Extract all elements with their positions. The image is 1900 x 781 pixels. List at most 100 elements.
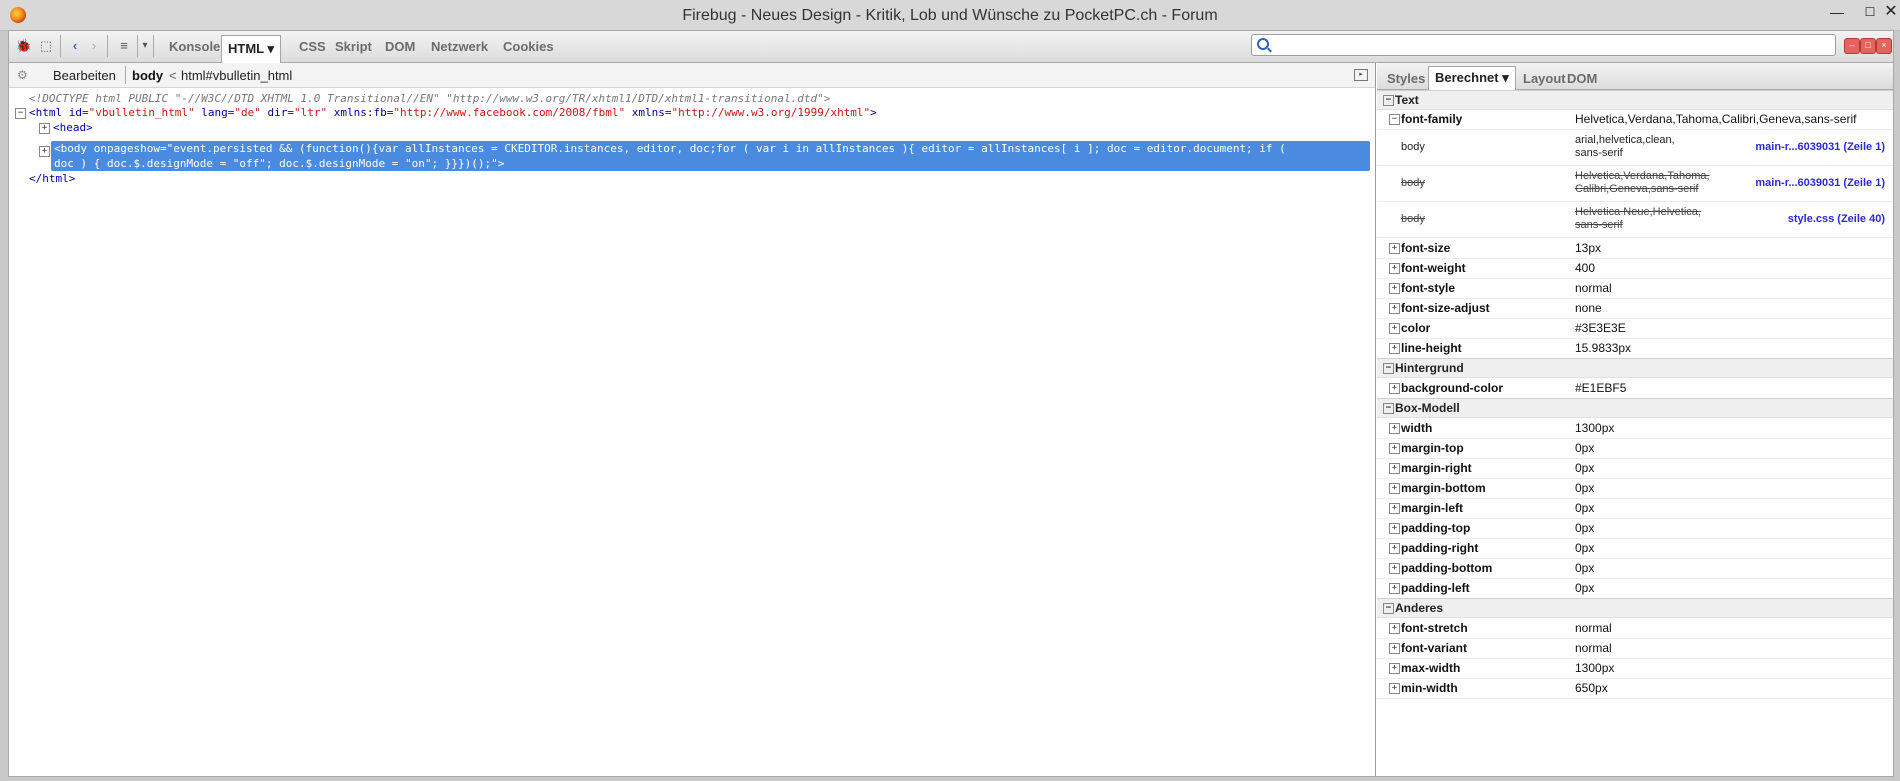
expand-toggle-icon[interactable]: + <box>1389 483 1400 494</box>
inspect-icon[interactable]: ⬚ <box>35 35 57 57</box>
collapse-toggle-icon[interactable]: − <box>1383 603 1394 614</box>
search-input[interactable] <box>1272 37 1831 55</box>
tab-berechnet[interactable]: Berechnet ▾ <box>1428 66 1516 91</box>
firebug-menu-icon[interactable]: 🐞 <box>13 35 35 57</box>
prop-row[interactable]: + width 1300px <box>1377 418 1893 439</box>
source-link[interactable]: main-r...6039031 (Zeile 1) <box>1755 141 1885 153</box>
chevron-down-icon: ▾ <box>1502 70 1509 85</box>
prop-row[interactable]: + padding-right 0px <box>1377 538 1893 559</box>
prop-row[interactable]: + min-width 650px <box>1377 678 1893 699</box>
expand-toggle-icon[interactable]: + <box>39 122 50 134</box>
head-node[interactable]: + <head> <box>39 120 93 135</box>
close-firebug-icon[interactable]: × <box>1876 38 1892 54</box>
prop-row[interactable]: + font-style normal <box>1377 278 1893 299</box>
tab-cookies[interactable]: Cookies <box>497 36 560 57</box>
prop-row[interactable]: + margin-bottom 0px <box>1377 478 1893 499</box>
firebug-toolbar: 🐞 ⬚ ‹ › ≡ ▾ Konsole HTML ▾ CSS Skript DO… <box>9 31 1893 63</box>
html-panel: ⚙ Bearbeiten body < html#vbulletin_html … <box>9 63 1376 776</box>
prop-row[interactable]: + padding-bottom 0px <box>1377 558 1893 579</box>
expand-toggle-icon[interactable]: + <box>1389 343 1400 354</box>
breadcrumb-divider <box>125 66 126 84</box>
expand-toggle-icon[interactable]: + <box>1389 663 1400 674</box>
breadcrumb-html[interactable]: html#vbulletin_html <box>181 68 292 83</box>
expand-toggle-icon[interactable]: + <box>1389 583 1400 594</box>
expand-toggle-icon[interactable]: + <box>1389 503 1400 514</box>
list-menu-icon[interactable]: ≡ <box>113 35 135 57</box>
collapse-toggle-icon[interactable]: − <box>1383 363 1394 374</box>
firebug-frame: 🐞 ⬚ ‹ › ≡ ▾ Konsole HTML ▾ CSS Skript DO… <box>8 30 1894 777</box>
prop-row[interactable]: + padding-top 0px <box>1377 518 1893 539</box>
breadcrumb-body[interactable]: body <box>132 68 163 83</box>
panel-dropdown-icon[interactable]: ▾ <box>138 35 152 57</box>
prop-row[interactable]: + max-width 1300px <box>1377 658 1893 679</box>
section-hintergrund[interactable]: − Hintergrund <box>1377 358 1893 378</box>
html-node[interactable]: − <html id="vbulletin_html" lang="de" dir… <box>15 105 877 120</box>
tab-berechnet-label: Berechnet <box>1435 70 1499 85</box>
font-family-rule: body arial,helvetica,clean, sans-serif ma… <box>1377 130 1893 166</box>
search-icon <box>1257 38 1269 50</box>
expand-toggle-icon[interactable]: + <box>1389 443 1400 454</box>
tab-netzwerk[interactable]: Netzwerk <box>425 36 494 57</box>
section-anderes[interactable]: − Anderes <box>1377 598 1893 618</box>
prop-row[interactable]: + padding-left 0px <box>1377 578 1893 599</box>
expand-toggle-icon[interactable]: + <box>1389 263 1400 274</box>
edit-button[interactable]: Bearbeiten <box>53 68 116 83</box>
expand-toggle-icon[interactable]: + <box>1389 463 1400 474</box>
tab-dom[interactable]: DOM <box>379 36 421 57</box>
expand-toggle-icon[interactable]: + <box>1389 643 1400 654</box>
section-box-modell[interactable]: − Box-Modell <box>1377 398 1893 418</box>
tab-skript[interactable]: Skript <box>329 36 378 57</box>
detach-firebug-icon[interactable]: □ <box>1860 38 1876 54</box>
expand-toggle-icon[interactable]: + <box>1389 683 1400 694</box>
tab-dom-side[interactable]: DOM <box>1561 68 1603 89</box>
prop-row[interactable]: + font-weight 400 <box>1377 258 1893 279</box>
tab-html[interactable]: HTML ▾ <box>221 35 282 63</box>
font-family-rule: body Helvetica Neue,Helvetica, sans-serif… <box>1377 202 1893 238</box>
tab-konsole[interactable]: Konsole <box>163 36 226 57</box>
prop-row[interactable]: + font-size 13px <box>1377 238 1893 259</box>
expand-toggle-icon[interactable]: + <box>39 145 50 157</box>
source-link[interactable]: main-r...6039031 (Zeile 1) <box>1755 177 1885 189</box>
minimize-firebug-icon[interactable]: – <box>1844 38 1860 54</box>
prop-row[interactable]: + margin-right 0px <box>1377 458 1893 479</box>
prop-row[interactable]: + margin-top 0px <box>1377 438 1893 459</box>
expand-toggle-icon[interactable]: + <box>1389 523 1400 534</box>
tab-css[interactable]: CSS <box>293 36 332 57</box>
chevron-down-icon: ▾ <box>267 41 275 56</box>
expand-toggle-icon[interactable]: + <box>1389 303 1400 314</box>
expand-toggle-icon[interactable]: + <box>1389 623 1400 634</box>
body-node-line-1: <body onpageshow="event.persisted && (fu… <box>54 142 1286 155</box>
collapse-toggle-icon[interactable]: − <box>1383 95 1394 106</box>
toggle-side-panel-icon[interactable]: ▸ <box>1354 69 1368 81</box>
prop-row[interactable]: + font-stretch normal <box>1377 618 1893 639</box>
prop-row[interactable]: + margin-left 0px <box>1377 498 1893 519</box>
expand-toggle-icon[interactable]: + <box>1389 243 1400 254</box>
section-text[interactable]: − Text <box>1377 90 1893 110</box>
forward-icon[interactable]: › <box>83 35 105 57</box>
minimize-button[interactable]: — <box>1820 2 1854 24</box>
expand-toggle-icon[interactable]: + <box>1389 283 1400 294</box>
tab-styles[interactable]: Styles <box>1381 68 1431 89</box>
panel-options-icon[interactable]: ⚙ <box>17 68 28 82</box>
expand-toggle-icon[interactable]: + <box>1389 423 1400 434</box>
source-link[interactable]: style.css (Zeile 40) <box>1788 213 1885 225</box>
breadcrumb-separator: < <box>169 68 177 83</box>
toolbar-divider <box>153 35 154 57</box>
expand-toggle-icon[interactable]: + <box>1389 563 1400 574</box>
toolbar-divider <box>107 35 108 57</box>
prop-font-family[interactable]: − font-family Helvetica,Verdana,Tahoma,C… <box>1377 109 1893 130</box>
prop-row[interactable]: + line-height 15.9833px <box>1377 338 1893 359</box>
prop-row[interactable]: + background-color #E1EBF5 <box>1377 378 1893 399</box>
search-box[interactable] <box>1251 34 1836 56</box>
body-node-selected[interactable]: <body onpageshow="event.persisted && (fu… <box>51 141 1370 171</box>
expand-toggle-icon[interactable]: + <box>1389 543 1400 554</box>
expand-toggle-icon[interactable]: + <box>1389 323 1400 334</box>
prop-row[interactable]: + font-variant normal <box>1377 638 1893 659</box>
close-window-button[interactable]: ✕ <box>1874 2 1900 24</box>
prop-row[interactable]: + color #3E3E3E <box>1377 318 1893 339</box>
collapse-toggle-icon[interactable]: − <box>1389 114 1400 125</box>
collapse-toggle-icon[interactable]: − <box>15 107 26 119</box>
prop-row[interactable]: + font-size-adjust none <box>1377 298 1893 319</box>
collapse-toggle-icon[interactable]: − <box>1383 403 1394 414</box>
expand-toggle-icon[interactable]: + <box>1389 383 1400 394</box>
